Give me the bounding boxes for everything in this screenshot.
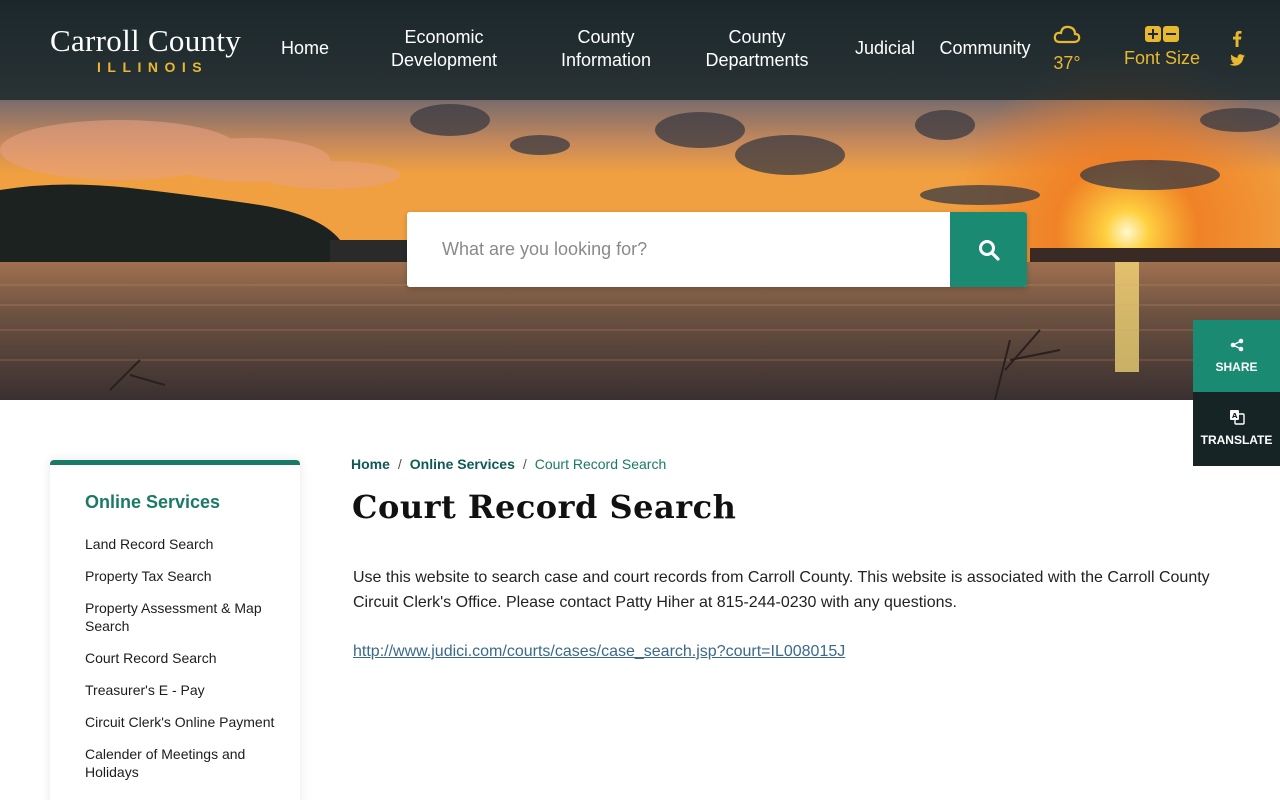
nav-judicial-label: Judicial bbox=[854, 38, 916, 58]
site-search bbox=[407, 212, 1027, 287]
facebook-icon[interactable] bbox=[1226, 30, 1248, 52]
share-icon bbox=[1230, 338, 1243, 352]
weather-widget[interactable]: 37° bbox=[1046, 24, 1088, 74]
sidebar-menu: Land Record Search Property Tax Search P… bbox=[85, 535, 280, 781]
county-logo[interactable]: Carroll County ILLINOIS bbox=[50, 23, 260, 76]
font-decrease-icon[interactable] bbox=[1163, 26, 1179, 42]
nav-community-label: Community bbox=[939, 38, 1031, 58]
nav-county-information[interactable]: County Information bbox=[552, 26, 660, 72]
logo-subtitle: ILLINOIS bbox=[97, 59, 209, 75]
breadcrumb-separator: / bbox=[522, 456, 527, 472]
breadcrumb-current: Court Record Search bbox=[534, 456, 667, 472]
cloud-icon bbox=[1053, 25, 1081, 44]
page-description: Use this website to search case and cour… bbox=[353, 569, 1210, 611]
nav-economic-development[interactable]: Economic Development bbox=[384, 26, 504, 72]
translate-button[interactable]: A TRANSLATE bbox=[1193, 392, 1280, 466]
top-navigation-bar: Carroll County ILLINOIS Home Economic De… bbox=[0, 0, 1280, 100]
search-icon bbox=[978, 239, 1000, 261]
font-size-label: Font Size bbox=[1123, 48, 1201, 68]
breadcrumb: Home / Online Services / Court Record Search bbox=[351, 456, 666, 472]
nav-county-departments-line1: County bbox=[728, 27, 786, 47]
breadcrumb-separator: / bbox=[397, 456, 402, 472]
sidebar-item-treasurers-e-pay[interactable]: Treasurer's E - Pay bbox=[85, 681, 280, 699]
translate-icon: A bbox=[1229, 410, 1245, 425]
svg-text:A: A bbox=[1232, 412, 1238, 420]
breadcrumb-home[interactable]: Home bbox=[351, 456, 390, 472]
breadcrumb-online-services[interactable]: Online Services bbox=[410, 456, 515, 472]
nav-home[interactable]: Home bbox=[270, 37, 340, 60]
sidebar-title[interactable]: Online Services bbox=[85, 492, 280, 513]
nav-county-information-line1: County bbox=[577, 27, 635, 47]
sidebar-item-circuit-clerks-online-payment[interactable]: Circuit Clerk's Online Payment bbox=[85, 713, 280, 731]
share-label: SHARE bbox=[1215, 360, 1258, 374]
nav-county-information-line2: Information bbox=[560, 50, 652, 70]
social-links bbox=[1226, 30, 1248, 74]
nav-community[interactable]: Community bbox=[934, 37, 1036, 60]
sidebar-online-services: Online Services Land Record Search Prope… bbox=[50, 460, 300, 800]
hero-banner: Carroll County ILLINOIS Home Economic De… bbox=[0, 0, 1280, 400]
sidebar-item-calender-of-meetings[interactable]: Calender of Meetings and Holidays bbox=[85, 745, 280, 781]
nav-county-departments-line2: Departments bbox=[705, 50, 809, 70]
nav-county-departments[interactable]: County Departments bbox=[700, 26, 814, 72]
page-title: Court Record Search bbox=[352, 488, 737, 526]
font-increase-icon[interactable] bbox=[1145, 26, 1161, 42]
sidebar-item-court-record-search[interactable]: Court Record Search bbox=[85, 649, 280, 667]
font-size-control[interactable]: Font Size bbox=[1120, 26, 1204, 69]
twitter-icon[interactable] bbox=[1226, 52, 1248, 74]
search-button[interactable] bbox=[950, 212, 1027, 287]
logo-title: Carroll County bbox=[50, 23, 242, 58]
nav-judicial[interactable]: Judicial bbox=[848, 37, 922, 60]
nav-home-label: Home bbox=[280, 38, 329, 58]
share-button[interactable]: SHARE bbox=[1193, 320, 1280, 392]
nav-economic-development-line2: Development bbox=[390, 50, 498, 70]
nav-economic-development-line1: Economic bbox=[404, 27, 484, 47]
search-input[interactable] bbox=[407, 212, 950, 287]
sidebar-item-property-tax-search[interactable]: Property Tax Search bbox=[85, 567, 280, 585]
weather-temperature: 37° bbox=[1053, 53, 1081, 73]
sidebar-item-land-record-search[interactable]: Land Record Search bbox=[85, 535, 280, 553]
translate-label: TRANSLATE bbox=[1200, 433, 1273, 447]
sidebar-item-property-assessment-map-search[interactable]: Property Assessment & Map Search bbox=[85, 599, 280, 635]
court-search-link[interactable]: http://www.judici.com/courts/cases/case_… bbox=[353, 643, 845, 661]
